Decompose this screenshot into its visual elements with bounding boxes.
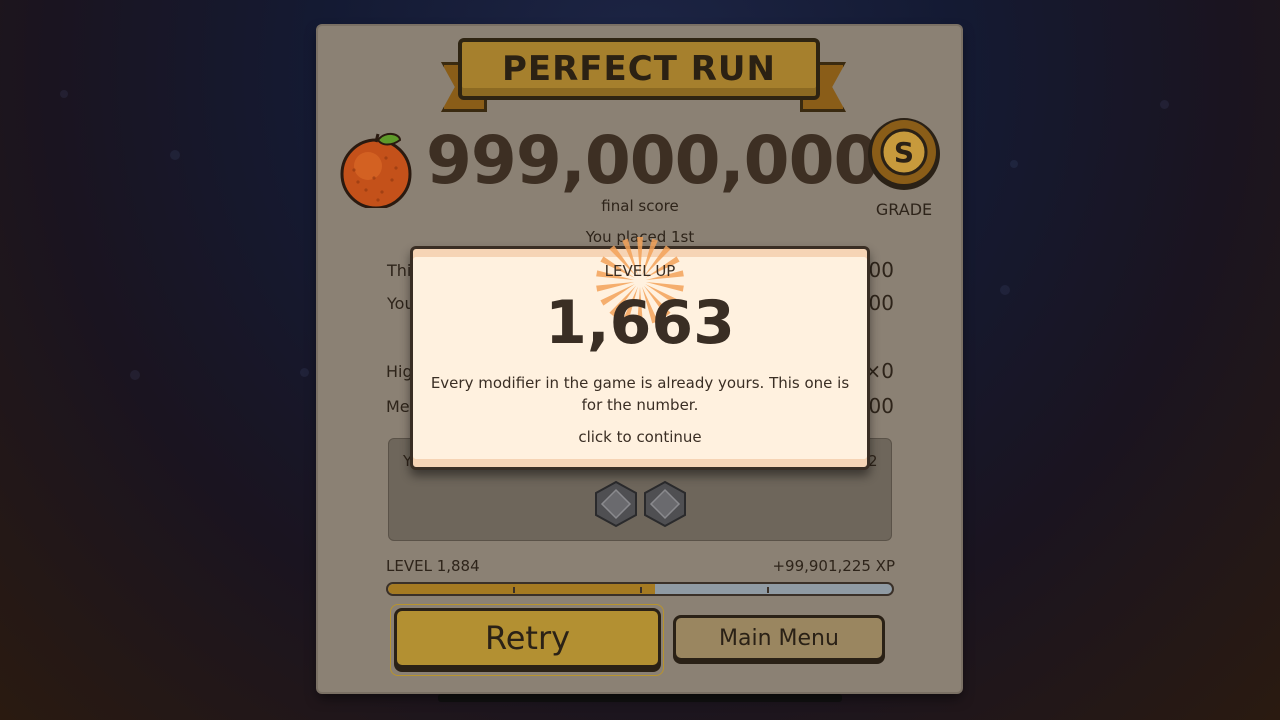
background-sparkle <box>300 368 309 377</box>
main-menu-button[interactable]: Main Menu <box>673 615 885 661</box>
xp-progress-fill <box>388 584 656 594</box>
xp-progress-bar <box>386 582 894 596</box>
level-up-number: 1,663 <box>545 288 735 358</box>
background-sparkle <box>130 370 140 380</box>
title-banner: PERFECT RUN <box>458 38 820 100</box>
background-sparkle <box>1000 285 1010 295</box>
final-score-label: final score <box>601 197 679 215</box>
background-sparkle <box>170 150 180 160</box>
xp-gain-label: +99,901,225 XP <box>772 557 895 575</box>
stat-label-3: Hig <box>386 362 413 381</box>
svg-text:S: S <box>894 136 914 169</box>
xp-tick <box>640 587 642 593</box>
stat-label-1: Thi <box>387 261 412 280</box>
background-sparkle <box>1160 100 1169 109</box>
level-up-message: Every modifier in the game is already yo… <box>430 374 850 414</box>
level-up-title: LEVEL UP <box>604 262 676 280</box>
grade-label: GRADE <box>875 200 933 219</box>
background-sparkle <box>60 90 68 98</box>
level-label: LEVEL 1,884 <box>386 557 480 575</box>
click-to-continue[interactable]: click to continue <box>540 428 740 446</box>
banner-title: PERFECT RUN <box>501 49 776 89</box>
panel-shadow <box>438 694 842 702</box>
grade-badge: S <box>868 118 940 190</box>
modifier-chip-1-icon[interactable] <box>592 480 640 528</box>
retry-button[interactable]: Retry <box>394 608 661 668</box>
orange-icon <box>340 133 412 208</box>
final-score-value: 999,000,000 <box>426 122 879 199</box>
background-sparkle <box>1010 160 1018 168</box>
xp-tick <box>513 587 515 593</box>
modifier-chip-2-icon[interactable] <box>641 480 689 528</box>
xp-tick <box>767 587 769 593</box>
